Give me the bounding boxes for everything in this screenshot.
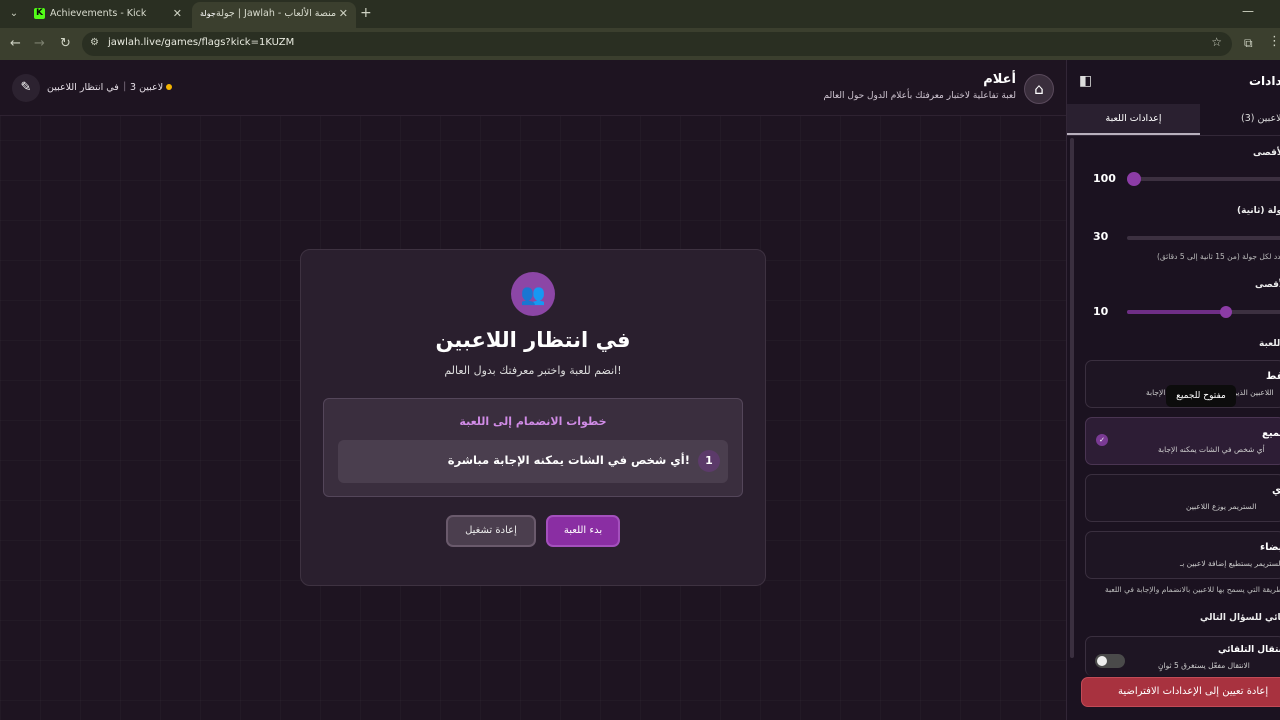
max-players-label: عدد اللاعبين الأقصى	[1253, 148, 1280, 158]
tooltip: مفتوح للجميع	[1166, 385, 1236, 407]
minimize-icon[interactable]: —	[1242, 4, 1254, 18]
slider-thumb[interactable]	[1220, 306, 1232, 318]
mode-manual[interactable]: يدوي الستريمر يوزع اللاعبين	[1085, 474, 1280, 522]
collapse-panel-icon[interactable]: ◧	[1079, 73, 1092, 89]
max-players-value: 100	[1093, 172, 1116, 185]
players-count: 3 لاعبين	[130, 82, 173, 93]
reload-icon[interactable]: ↻	[60, 36, 71, 51]
start-game-button[interactable]: بدء اللعبة	[546, 515, 620, 547]
auto-next-name: الانتقال التلقائي	[1218, 645, 1280, 655]
round-time-hint: حدد الوقت المحدد لكل جولة (من 15 ثانية إ…	[1157, 252, 1280, 261]
extensions-icon[interactable]: ⧉	[1244, 36, 1253, 51]
step-text: أي شخص في الشات يمكنه الإجابة مباشرة!	[447, 453, 690, 467]
home-icon[interactable]: ⌂	[1024, 74, 1054, 104]
waiting-card: 👥 في انتظار اللاعبين انضم للعبة واختبر م…	[300, 249, 766, 586]
close-tab-icon[interactable]: ✕	[173, 2, 182, 26]
close-tab-icon[interactable]: ✕	[339, 2, 348, 26]
game-title: أعلام	[983, 72, 1016, 87]
auto-next-label: الانتقال التلقائي للسؤال التالي	[1200, 613, 1280, 623]
settings-tabs: إعدادات اللعبة اللاعبين (3)	[1067, 104, 1280, 136]
browser-tab-jawlah[interactable]: جولة جولة | Jawlah - منصة الألعاب الت...…	[192, 2, 356, 43]
join-mode-label: طريقة دخول اللعبة	[1259, 339, 1280, 349]
forward-icon[interactable]: →	[34, 36, 45, 51]
back-icon[interactable]: ←	[10, 36, 21, 51]
auto-next-toggle[interactable]	[1095, 654, 1125, 668]
join-mode-hint: الطريقة التي يسمح بها للاعبين بالانضمام …	[1105, 585, 1280, 594]
waiting-title: في انتظار اللاعبين	[435, 328, 631, 352]
users-icon: 👥	[511, 272, 555, 316]
checkmark-icon: ✓	[1096, 434, 1108, 446]
browser-tab-kick[interactable]: K Achievements - Kick Dashboard ✕	[26, 2, 190, 43]
max-rounds-slider[interactable]	[1127, 306, 1280, 318]
steps-title: خطوات الانضمام إلى اللعبة	[459, 415, 607, 428]
browser-tab-strip: ⌄ K Achievements - Kick Dashboard ✕ جولة…	[0, 0, 1280, 43]
round-time-slider[interactable]	[1127, 236, 1280, 240]
game-page: ⌂ أعلام لعبة تفاعلية لاختبار معرفتك بأعل…	[0, 60, 1066, 720]
mode-desc: الستريمر يستطيع إضافة لاعبين بـ add!	[1180, 559, 1280, 568]
restart-button[interactable]: إعادة تشغيل	[446, 515, 536, 547]
tab-game-settings[interactable]: إعدادات اللعبة	[1067, 104, 1200, 135]
mode-desc: أي شخص في الشات يمكنه الإجابة	[1158, 445, 1265, 454]
reset-defaults-button[interactable]: إعادة تعيين إلى الإعدادات الافتراضية	[1081, 677, 1280, 707]
brand-logo-icon: ✎	[12, 74, 40, 102]
max-rounds-label: عدد الأسئلة الأقصى	[1255, 280, 1280, 290]
jawlah-favicon-icon: جولة	[200, 9, 216, 18]
max-rounds-value: 10	[1093, 305, 1109, 318]
mode-desc: الستريمر يوزع اللاعبين	[1186, 502, 1257, 511]
tab-search-icon[interactable]: ⌄	[6, 6, 22, 22]
players-count-label: 3 لاعبين	[130, 82, 164, 93]
round-time-value: 30	[1093, 230, 1109, 243]
step-number: 1	[698, 450, 720, 472]
online-dot-icon	[166, 84, 173, 90]
list-item: 1 أي شخص في الشات يمكنه الإجابة مباشرة!	[338, 440, 728, 483]
slider-thumb[interactable]	[1127, 172, 1141, 186]
browser-menu-icon[interactable]: ⋮	[1268, 34, 1280, 49]
panel-title: الإعدادات	[1249, 74, 1280, 88]
new-tab-button[interactable]: +	[360, 5, 372, 21]
join-steps: خطوات الانضمام إلى اللعبة 1 أي شخص في ال…	[323, 398, 743, 497]
browser-toolbar: ← → ↻ ⚙ jawlah.live/games/flags?kick=1KU…	[0, 28, 1280, 60]
panel-header: ◧ الإعدادات	[1067, 60, 1280, 104]
kick-favicon-icon: K	[34, 8, 45, 19]
round-time-label: وقت الجولة (ثانية)	[1237, 206, 1280, 216]
divider: |	[123, 81, 127, 92]
mode-name: مفتوح للجميع	[1262, 428, 1280, 439]
status-text: في انتظار اللاعبين	[47, 82, 119, 93]
max-players-slider[interactable]	[1127, 172, 1280, 186]
toggle-knob	[1097, 656, 1107, 666]
mode-whitelist[interactable]: القائمة البيضاء الستريمر يستطيع إضافة لا…	[1085, 531, 1280, 579]
address-bar[interactable]: ⚙ jawlah.live/games/flags?kick=1KUZM ☆	[82, 32, 1232, 56]
game-header: ⌂ أعلام لعبة تفاعلية لاختبار معرفتك بأعل…	[0, 60, 1066, 116]
mode-open-for-all[interactable]: ✓ مفتوح للجميع أي شخص في الشات يمكنه الإ…	[1085, 417, 1280, 465]
bookmark-star-icon[interactable]: ☆	[1211, 35, 1222, 49]
auto-next-desc: الانتقال مفعّل يستغرق 5 ثوانٍ	[1158, 661, 1250, 670]
mode-name: القائمة البيضاء	[1260, 542, 1280, 553]
slider-fill	[1127, 310, 1227, 314]
game-subtitle: لعبة تفاعلية لاختبار معرفتك بأعلام الدول…	[823, 91, 1016, 101]
mode-name: مسجلين فقط	[1266, 371, 1280, 382]
url-text[interactable]: jawlah.live/games/flags?kick=1KUZM	[108, 37, 294, 48]
tab-players[interactable]: اللاعبين (3)	[1241, 104, 1280, 134]
mode-name: يدوي	[1272, 485, 1280, 496]
waiting-subtitle: انضم للعبة واختبر معرفتك بدول العالم!	[444, 364, 622, 377]
site-info-icon[interactable]: ⚙	[90, 37, 99, 48]
panel-scrollbar[interactable]	[1070, 138, 1074, 658]
